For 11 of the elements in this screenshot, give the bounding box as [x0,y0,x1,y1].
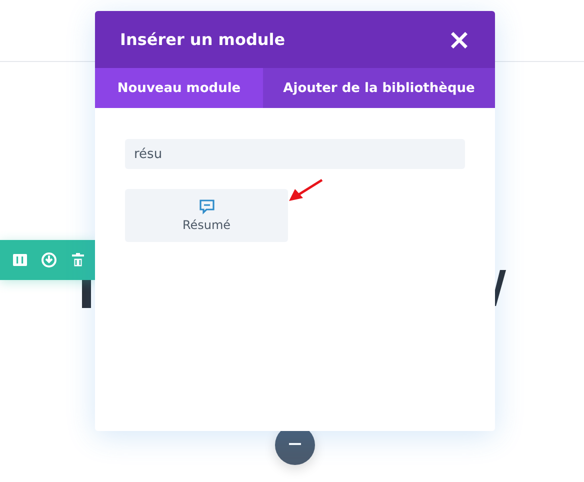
download-icon[interactable] [41,252,57,268]
tab[interactable]: Ajouter de la bibliothèque [263,68,495,108]
close-button[interactable]: × [448,26,471,54]
tab[interactable]: Nouveau module [95,68,263,108]
trash-icon[interactable] [70,252,86,268]
comment-icon [198,199,214,215]
module-button[interactable]: Résumé [125,189,288,242]
arrow-icon [288,178,324,204]
modal-title: Insérer un module [120,30,286,49]
columns-icon[interactable] [12,252,28,268]
search-field[interactable]: résu [125,139,465,169]
